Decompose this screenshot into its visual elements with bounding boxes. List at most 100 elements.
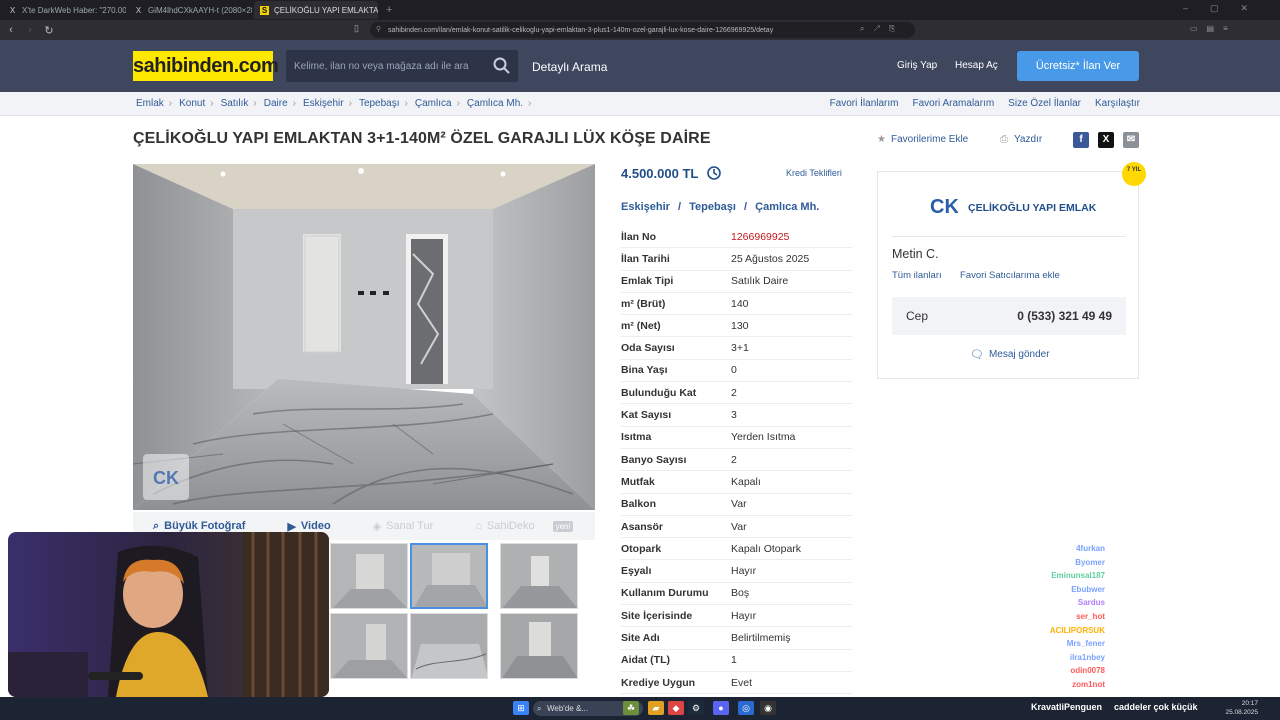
- login-link[interactable]: Giriş Yap: [897, 60, 937, 71]
- photo-thumbnail[interactable]: [330, 543, 408, 609]
- detailed-search-link[interactable]: Detaylı Arama: [532, 60, 607, 74]
- site-logo[interactable]: sahibinden.com: [133, 51, 279, 81]
- chat-username: ser_hot: [1076, 611, 1105, 621]
- detail-label: Balkon: [621, 498, 657, 511]
- detail-label: Oda Sayısı: [621, 342, 675, 355]
- photo-thumbnail[interactable]: [500, 613, 578, 679]
- discord-icon[interactable]: ●: [713, 701, 729, 715]
- phone-number[interactable]: 0 (533) 321 49 49: [1017, 309, 1112, 323]
- email-share-icon[interactable]: ✉: [1123, 132, 1139, 148]
- detail-label: Otopark: [621, 542, 662, 555]
- all-ads-link[interactable]: Tüm ilanları: [892, 270, 942, 281]
- chevron-right-icon: ›: [168, 98, 173, 109]
- location-separator: /: [744, 201, 748, 213]
- favorite-searches-link[interactable]: Favori Aramalarım: [912, 98, 994, 109]
- virtual-tour-button[interactable]: ◈ Sanal Tur: [373, 520, 434, 533]
- add-favorite-link[interactable]: Favorilerime Ekle: [891, 134, 968, 145]
- search-icon[interactable]: [492, 56, 512, 76]
- star-icon[interactable]: ★: [877, 134, 886, 145]
- new-tab-icon[interactable]: +: [386, 4, 392, 16]
- back-arrow-icon[interactable]: ‹: [3, 24, 19, 36]
- widgets-icon[interactable]: ☘: [623, 701, 639, 715]
- detail-row: İlan No 1266969925: [621, 226, 852, 249]
- window-controls[interactable]: –▢✕: [1183, 3, 1270, 14]
- favorite-seller-link[interactable]: Favori Satıcılarıma ekle: [960, 270, 1060, 281]
- detail-label: Asansör: [621, 520, 664, 533]
- send-message-label: Mesaj gönder: [988, 349, 1050, 360]
- file-explorer-icon[interactable]: ▰: [648, 701, 664, 715]
- listing-price: 4.500.000 TL: [621, 166, 699, 181]
- photo-thumbnail[interactable]: [500, 543, 578, 609]
- send-message-link[interactable]: 🗨 Mesaj gönder: [970, 348, 1050, 361]
- brave-browser-icon[interactable]: ◆: [668, 701, 684, 715]
- bookmark-icon[interactable]: ▯: [354, 23, 359, 34]
- location-city[interactable]: Eskişehir: [621, 201, 670, 213]
- large-photo-button[interactable]: ⌕ Büyük Fotoğraf: [153, 520, 245, 533]
- site-info-icon[interactable]: ⚲: [376, 25, 381, 33]
- price-history-icon[interactable]: [706, 165, 722, 181]
- printer-icon[interactable]: ⎙: [1000, 134, 1008, 145]
- browser-tab[interactable]: X X'te DarkWeb Haber: "270.000 TL" y: [2, 1, 126, 19]
- room-photo-image: CK: [133, 164, 595, 510]
- breadcrumb-item[interactable]: Eskişehir: [303, 98, 344, 109]
- credit-offers-link[interactable]: Kredi Teklifleri: [786, 168, 842, 178]
- location-district[interactable]: Tepebaşı: [689, 201, 736, 213]
- steam-icon[interactable]: ⚙: [688, 701, 704, 715]
- sahideko-button[interactable]: ⌂ SahiDeko: [475, 520, 534, 532]
- forward-arrow-icon[interactable]: ›: [22, 24, 38, 36]
- address-bar[interactable]: ⚲ sahibinden.com/ilan/emlak-konut-satilik…: [370, 22, 915, 38]
- breadcrumb-item[interactable]: Çamlıca: [415, 98, 452, 109]
- photo-thumbnail[interactable]: [410, 613, 488, 679]
- thumbnail-image: [501, 614, 577, 678]
- store-logo[interactable]: CK: [930, 192, 958, 220]
- reload-icon[interactable]: ↻: [41, 24, 57, 37]
- browser-tab[interactable]: X GiM4lhdCXkAAYH-t (2080×2827): [128, 1, 252, 19]
- register-link[interactable]: Hesap Aç: [955, 60, 998, 71]
- detail-row: m² (Net) 130: [621, 315, 852, 338]
- photo-thumbnail[interactable]: [330, 613, 408, 679]
- store-name[interactable]: ÇELİKOĞLU YAPI EMLAK: [968, 202, 1096, 214]
- location-neighborhood[interactable]: Çamlıca Mh.: [755, 201, 819, 213]
- detail-label: m² (Net): [621, 319, 661, 332]
- breadcrumb-item[interactable]: Emlak: [136, 98, 164, 109]
- user-links: Favori İlanlarım Favori Aramalarım Size …: [816, 98, 1140, 109]
- photo-thumbnail-selected[interactable]: [410, 543, 488, 609]
- x-logo-icon: X: [9, 5, 16, 15]
- detail-row: Asansör Var: [621, 516, 852, 539]
- app-icon[interactable]: ◎: [738, 701, 754, 715]
- system-clock[interactable]: 20:17 25.08.2025: [1225, 699, 1258, 717]
- x-share-icon[interactable]: X: [1098, 132, 1114, 148]
- detail-value: 25 Ağustos 2025: [731, 252, 810, 265]
- breadcrumb-item[interactable]: Tepebaşı: [359, 98, 400, 109]
- chat-message: ilra1nbey: [1040, 651, 1280, 665]
- print-link[interactable]: Yazdır: [1014, 134, 1042, 145]
- chevron-right-icon: ›: [404, 98, 408, 109]
- facebook-share-icon[interactable]: f: [1073, 132, 1089, 148]
- detail-value: Boş: [731, 587, 750, 600]
- browser-tab-strip: X X'te DarkWeb Haber: "270.000 TL" y X GiM…: [0, 0, 1280, 20]
- favorite-listings-link[interactable]: Favori İlanlarım: [830, 98, 899, 109]
- post-ad-button[interactable]: Ücretsiz* İlan Ver: [1017, 51, 1139, 81]
- search-input[interactable]: [286, 50, 486, 82]
- phone-box: Cep 0 (533) 321 49 49: [892, 297, 1126, 335]
- main-listing-photo[interactable]: CK: [133, 164, 595, 510]
- obs-icon[interactable]: ◉: [760, 701, 776, 715]
- windows-start-icon[interactable]: ⊞: [513, 701, 529, 715]
- breadcrumb-item[interactable]: Çamlıca Mh.: [467, 98, 523, 109]
- detail-row: Otopark Kapalı Otopark: [621, 538, 852, 561]
- chat-username: ACILIPORSUK: [1049, 625, 1105, 635]
- compare-link[interactable]: Karşılaştır: [1095, 98, 1140, 109]
- browser-tab-active[interactable]: S ÇELİKOĞLU YAPI EMLAKTAN 3+: [254, 1, 378, 19]
- chat-message: Ebubwer: [1040, 583, 1280, 597]
- personalized-listings-link[interactable]: Size Özel İlanlar: [1008, 98, 1081, 109]
- detail-label: Kullanım Durumu: [621, 587, 709, 600]
- breadcrumb-item[interactable]: Konut: [179, 98, 205, 109]
- browser-menu-icons[interactable]: ▭▤≡: [1190, 24, 1237, 33]
- play-icon: ▶: [287, 520, 296, 533]
- breadcrumb-item[interactable]: Satılık: [221, 98, 249, 109]
- address-bar-actions-icon[interactable]: ⌕↗⎘: [860, 24, 904, 34]
- detail-label: Emlak Tipi: [621, 275, 674, 288]
- detail-label: Site Adı: [621, 631, 660, 644]
- video-button[interactable]: ▶ Video: [287, 520, 330, 533]
- breadcrumb-item[interactable]: Daire: [264, 98, 288, 109]
